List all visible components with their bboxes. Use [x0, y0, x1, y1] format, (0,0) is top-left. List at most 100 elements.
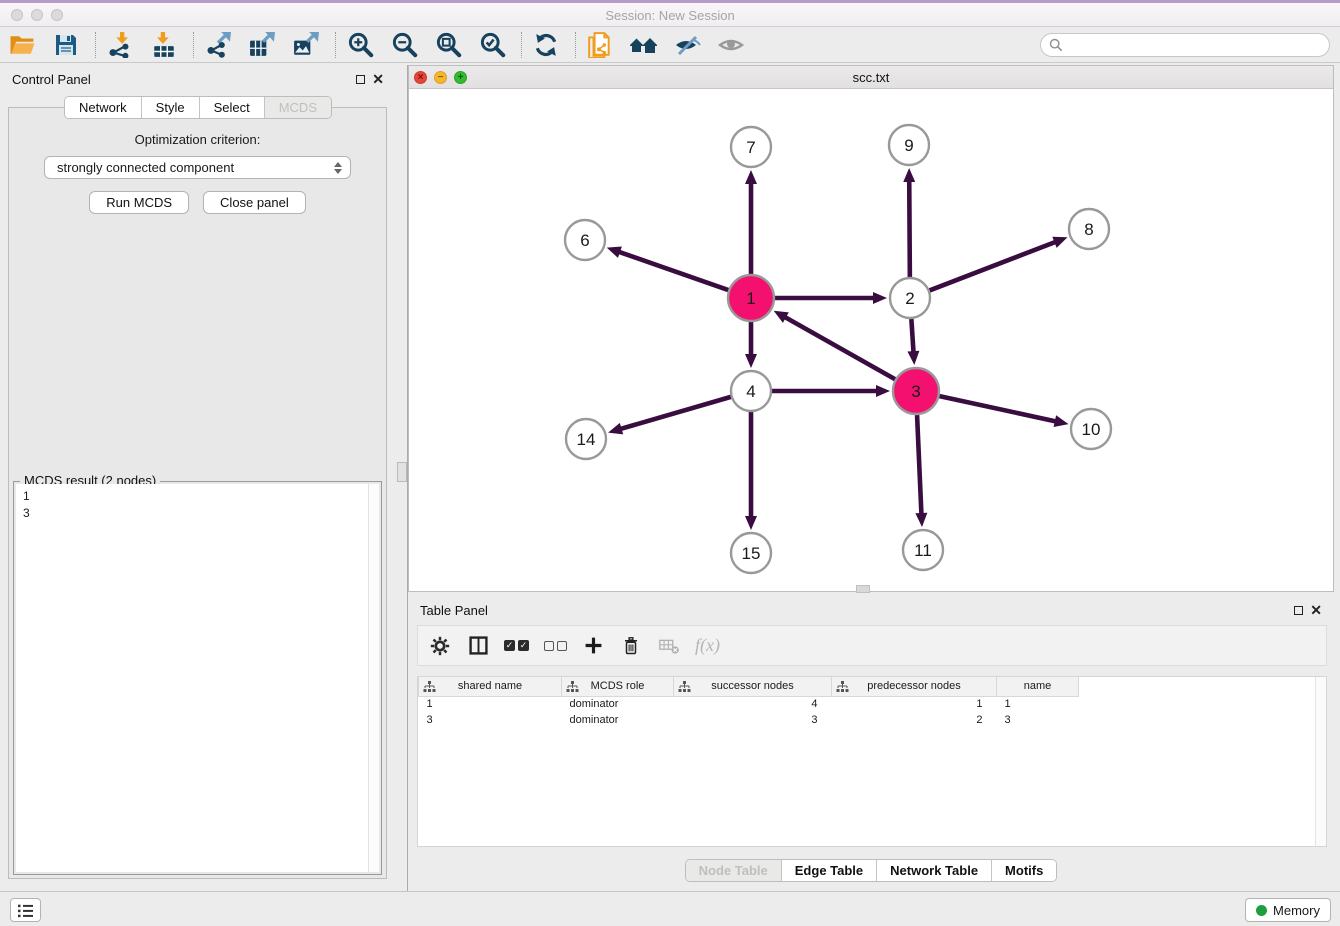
criterion-dropdown[interactable]: strongly connected component	[44, 156, 351, 179]
close-table-panel-icon[interactable]: ✕	[1310, 606, 1322, 615]
zoom-fit-icon[interactable]	[431, 30, 465, 60]
graph-node-14[interactable]: 14	[566, 419, 606, 459]
tab-edge-table[interactable]: Edge Table	[782, 860, 877, 881]
column-view-icon[interactable]	[466, 632, 490, 660]
node-table[interactable]: shared name MCDS role successor nodes pr…	[417, 676, 1327, 847]
graph-node-8[interactable]: 8	[1069, 209, 1109, 249]
export-image-icon[interactable]	[289, 30, 323, 60]
graph-edge-4-14[interactable]	[608, 397, 731, 435]
table-toolbar: ✓✓ f(x)	[417, 625, 1327, 666]
graph-edge-4-3[interactable]	[772, 385, 890, 397]
graph-edge-1-4[interactable]	[745, 322, 757, 368]
column-header-shared-name[interactable]: shared name	[419, 677, 562, 696]
network-view-window: × − + scc.txt 7 9 6 8 1 2 4 3 14 10 15 11	[408, 65, 1334, 592]
graph-edge-2-9[interactable]	[903, 168, 915, 277]
search-box[interactable]	[1040, 33, 1330, 57]
criterion-value: strongly connected component	[57, 160, 234, 175]
result-scrollbar[interactable]	[368, 484, 379, 872]
zoom-in-icon[interactable]	[343, 30, 377, 60]
search-input[interactable]	[1068, 37, 1321, 53]
memory-button[interactable]: Memory	[1245, 898, 1331, 922]
memory-label: Memory	[1273, 903, 1320, 918]
export-network-icon[interactable]	[201, 30, 235, 60]
float-table-panel-icon[interactable]	[1294, 606, 1303, 615]
tab-network-table[interactable]: Network Table	[877, 860, 992, 881]
graph-edge-3-1[interactable]	[774, 311, 895, 379]
graph-node-10[interactable]: 10	[1071, 409, 1111, 449]
zoom-selected-icon[interactable]	[475, 30, 509, 60]
select-all-icon[interactable]: ✓✓	[504, 632, 529, 660]
run-mcds-button[interactable]: Run MCDS	[89, 191, 189, 214]
close-panel-button[interactable]: Close panel	[203, 191, 306, 214]
node-table-body: 1dominator4113dominator323	[419, 696, 1079, 728]
deselect-all-icon[interactable]	[543, 632, 567, 660]
gear-icon[interactable]	[428, 632, 452, 660]
table-cell: 3	[997, 712, 1079, 728]
svg-text:4: 4	[746, 382, 755, 401]
column-header-successor-nodes[interactable]: successor nodes	[674, 677, 832, 696]
graph-node-7[interactable]: 7	[731, 127, 771, 167]
export-table-icon[interactable]	[245, 30, 279, 60]
graph-node-4[interactable]: 4	[731, 371, 771, 411]
houses-icon[interactable]	[627, 30, 661, 60]
tree-icon	[423, 681, 436, 693]
table-cell: dominator	[562, 696, 674, 712]
graph-edge-3-11[interactable]	[915, 415, 927, 527]
horizontal-divider-handle[interactable]	[856, 585, 870, 593]
graph-edge-4-15[interactable]	[745, 412, 757, 530]
import-network-icon[interactable]	[103, 30, 137, 60]
graph-node-15[interactable]: 15	[731, 533, 771, 573]
table-scrollbar[interactable]	[1315, 677, 1326, 846]
eye-icon[interactable]	[715, 30, 749, 60]
zoom-out-icon[interactable]	[387, 30, 421, 60]
tab-network[interactable]: Network	[65, 97, 142, 118]
graph-edge-1-7[interactable]	[745, 170, 757, 274]
graph-node-9[interactable]: 9	[889, 125, 929, 165]
tab-style[interactable]: Style	[142, 97, 200, 118]
refresh-layout-icon[interactable]	[529, 30, 563, 60]
tab-mcds[interactable]: MCDS	[265, 97, 331, 118]
graph-edge-1-2[interactable]	[775, 292, 887, 304]
column-header-mcds-role[interactable]: MCDS role	[562, 677, 674, 696]
result-line: 1	[23, 488, 365, 505]
add-column-icon[interactable]	[581, 632, 605, 660]
graph-edge-3-10[interactable]	[939, 396, 1068, 427]
table-row[interactable]: 1dominator411	[419, 696, 1079, 712]
network-document-icon[interactable]	[583, 30, 617, 60]
graph-node-3[interactable]: 3	[893, 368, 939, 414]
mcds-panel: Optimization criterion: strongly connect…	[8, 107, 387, 879]
close-panel-icon[interactable]: ✕	[372, 75, 384, 84]
open-folder-icon[interactable]	[5, 30, 39, 60]
float-panel-icon[interactable]	[356, 75, 365, 84]
network-graph[interactable]: 7 9 6 8 1 2 4 3 14 10 15 11	[409, 89, 1333, 591]
function-builder-icon: f(x)	[695, 632, 720, 660]
network-window-titlebar[interactable]: × − + scc.txt	[409, 66, 1333, 89]
tab-node-table[interactable]: Node Table	[686, 860, 782, 881]
graph-node-2[interactable]: 2	[890, 278, 930, 318]
graph-node-11[interactable]: 11	[903, 530, 943, 570]
graph-edge-2-3[interactable]	[907, 319, 919, 365]
table-row[interactable]: 3dominator323	[419, 712, 1079, 728]
svg-text:11: 11	[914, 541, 932, 560]
task-history-button[interactable]	[10, 898, 41, 922]
delete-icon[interactable]	[619, 632, 643, 660]
graph-edge-1-6[interactable]	[607, 247, 729, 291]
tab-select[interactable]: Select	[200, 97, 265, 118]
tab-motifs[interactable]: Motifs	[992, 860, 1056, 881]
column-header-predecessor-nodes[interactable]: predecessor nodes	[832, 677, 997, 696]
memory-status-icon	[1256, 905, 1267, 916]
import-table-icon[interactable]	[147, 30, 181, 60]
table-cell: 2	[832, 712, 997, 728]
column-header-name[interactable]: name	[997, 677, 1079, 696]
table-panel: Table Panel ✕ ✓✓ f(x)	[408, 596, 1334, 891]
network-canvas[interactable]: 7 9 6 8 1 2 4 3 14 10 15 11	[409, 89, 1333, 591]
svg-text:8: 8	[1084, 220, 1093, 239]
graph-node-6[interactable]: 6	[565, 220, 605, 260]
save-icon[interactable]	[49, 30, 83, 60]
graph-node-1[interactable]: 1	[728, 275, 774, 321]
eye-hidden-icon[interactable]	[671, 30, 705, 60]
table-cell: 1	[419, 696, 562, 712]
graph-edge-2-8[interactable]	[930, 237, 1068, 291]
vertical-divider-handle[interactable]	[397, 462, 407, 482]
mcds-result-list[interactable]: 13	[16, 484, 379, 872]
